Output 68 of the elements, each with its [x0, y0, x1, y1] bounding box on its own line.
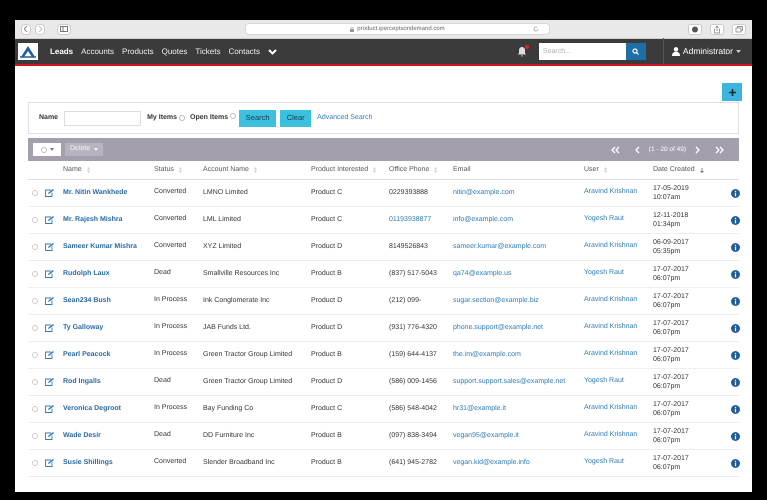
search-button[interactable] [626, 43, 646, 60]
info-icon[interactable] [731, 378, 740, 386]
row-checkbox[interactable] [32, 271, 38, 277]
row-checkbox[interactable] [32, 379, 38, 385]
edit-icon[interactable] [45, 270, 54, 278]
row-checkbox[interactable] [32, 460, 38, 466]
nav-tab[interactable]: Tickets [195, 46, 220, 58]
edit-icon[interactable] [45, 243, 54, 251]
sidebar-button[interactable] [57, 24, 71, 34]
nav-tab[interactable]: Leads [50, 46, 74, 58]
nav-tab[interactable]: Products [122, 46, 154, 58]
row-checkbox[interactable] [32, 406, 38, 412]
row-checkbox[interactable] [32, 190, 38, 196]
forward-icon [38, 26, 42, 32]
info-icon[interactable] [731, 432, 740, 440]
edit-icon[interactable] [45, 324, 54, 332]
checkbox[interactable] [230, 112, 236, 118]
info-icon[interactable] [731, 270, 740, 278]
row-checkbox[interactable] [32, 433, 38, 439]
lock-icon [350, 26, 354, 32]
sidebar-icon [60, 26, 68, 32]
back-icon [24, 26, 28, 32]
search-icon [632, 48, 640, 55]
next-page-icon[interactable] [695, 146, 700, 154]
nav-tab[interactable]: Contacts [228, 46, 260, 58]
plus-icon [728, 88, 736, 96]
user-menu[interactable]: Administrator [664, 45, 749, 58]
nav-tab[interactable]: Accounts [81, 46, 114, 58]
row-checkbox[interactable] [32, 244, 38, 250]
previous-page-icon[interactable] [634, 146, 640, 154]
nav-tab[interactable]: Quotes [162, 46, 188, 58]
edit-icon[interactable] [45, 459, 54, 467]
edit-icon[interactable] [45, 432, 54, 440]
info-icon[interactable] [731, 404, 740, 414]
info-icon[interactable] [731, 296, 740, 306]
edit-icon[interactable] [45, 216, 54, 224]
edit-icon[interactable] [45, 378, 54, 386]
row-checkbox[interactable] [32, 298, 38, 304]
sort-descending-icon[interactable] [700, 168, 704, 172]
back-button[interactable] [21, 24, 31, 34]
name-input[interactable] [64, 110, 142, 126]
person-icon [672, 47, 680, 56]
logo-icon[interactable] [18, 43, 38, 60]
last-page-icon[interactable] [715, 146, 724, 154]
add-button[interactable] [722, 83, 742, 101]
share-icon[interactable] [710, 24, 724, 34]
info-icon[interactable] [731, 324, 740, 332]
row-checkbox[interactable] [32, 325, 38, 331]
info-icon[interactable] [731, 350, 740, 360]
first-page-icon[interactable] [610, 146, 620, 154]
reload-icon[interactable] [533, 26, 539, 32]
edit-icon[interactable] [45, 297, 54, 305]
row-checkbox[interactable] [32, 352, 38, 358]
edit-icon[interactable] [45, 189, 54, 197]
caret-icon [94, 148, 98, 151]
caret-icon [50, 148, 54, 151]
bell-icon[interactable] [516, 46, 527, 57]
edit-icon[interactable] [45, 405, 54, 413]
row-checkbox[interactable] [32, 217, 38, 223]
info-icon[interactable] [731, 188, 740, 198]
edit-icon[interactable] [45, 351, 54, 359]
info-icon[interactable] [731, 216, 740, 224]
info-icon[interactable] [731, 458, 740, 468]
chevron-down-icon[interactable] [268, 48, 278, 54]
info-icon[interactable] [731, 242, 740, 252]
checkbox[interactable] [179, 115, 186, 121]
tabs-icon[interactable] [732, 24, 746, 34]
caret-icon [736, 50, 741, 53]
